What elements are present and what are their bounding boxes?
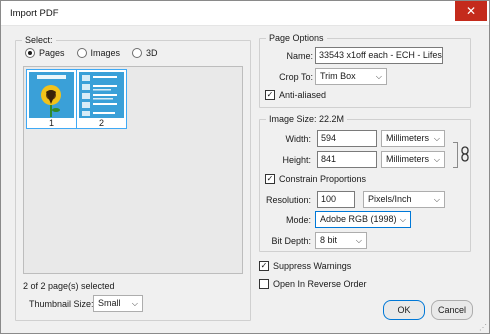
page-options-legend: Page Options [269,33,324,43]
selection-status: 2 of 2 page(s) selected [23,281,115,291]
width-label: Width: [285,134,311,144]
window-title: Import PDF [10,8,59,19]
crop-to-select[interactable]: Trim Box ⌵ [315,68,387,85]
suppress-warnings-label[interactable]: Suppress Warnings [273,261,351,271]
anti-aliased-label[interactable]: Anti-aliased [279,90,326,100]
radio-3d[interactable] [132,48,143,58]
radio-pages-label[interactable]: Pages [39,48,65,58]
resolution-unit-select[interactable]: Pixels/Inch ⌵ [363,191,445,208]
select-legend: Select: [25,35,53,45]
close-icon: ✕ [465,4,477,18]
chevron-down-icon: ⌵ [433,195,440,204]
thumbnail-size-value: Small [98,298,121,308]
radio-pages[interactable] [25,48,35,58]
reverse-order-checkbox[interactable] [259,279,269,289]
resolution-field[interactable]: 100 [317,191,355,208]
thumbnail-number: 1 [27,118,76,128]
width-unit-select[interactable]: Millimeters ⌵ [381,130,445,147]
checkmark-icon: ✓ [266,90,274,99]
mode-value: Adobe RGB (1998) [320,214,397,224]
page-1-preview [29,72,74,118]
suppress-warnings-checkbox[interactable]: ✓ [259,261,269,271]
bit-depth-select[interactable]: 8 bit ⌵ [315,232,367,249]
height-unit-select[interactable]: Millimeters ⌵ [381,151,445,168]
close-button[interactable]: ✕ [455,1,487,21]
chevron-down-icon: ⌵ [131,299,138,308]
chevron-down-icon: ⌵ [433,155,440,164]
bit-depth-value: 8 bit [320,235,338,245]
chevron-down-icon: ⌵ [375,72,382,81]
radio-3d-label[interactable]: 3D [146,48,158,58]
radio-images[interactable] [76,48,87,58]
chevron-down-icon: ⌵ [433,134,440,143]
thumbnail-size-label: Thumbnail Size: [29,299,94,309]
ok-button[interactable]: OK [383,300,425,320]
thumbnail-page-2[interactable]: 2 [76,69,127,129]
crop-to-value: Trim Box [320,71,356,81]
anti-aliased-checkbox[interactable]: ✓ [265,90,275,100]
resolution-label: Resolution: [265,195,311,205]
thumbnail-area[interactable]: 1 2 [23,66,243,274]
link-bracket [453,142,458,168]
width-unit-value: Millimeters [386,133,430,143]
name-field[interactable]: 33543 x1off each - ECH - Lifest [315,47,443,64]
resize-grip-icon[interactable]: ⋰ [479,323,487,332]
height-label: Height: [282,155,311,165]
crop-to-label: Crop To: [279,72,313,82]
cancel-button[interactable]: Cancel [431,300,473,320]
width-field[interactable]: 594 [317,130,377,147]
constrain-proportions-checkbox[interactable]: ✓ [265,174,275,184]
height-field[interactable]: 841 [317,151,377,168]
resolution-unit-value: Pixels/Inch [368,194,412,204]
height-unit-value: Millimeters [386,154,430,164]
thumbnail-page-1[interactable]: 1 [26,69,77,129]
mode-label: Mode: [285,215,311,225]
chevron-down-icon: ⌵ [399,215,406,224]
thumbnail-number: 2 [77,118,126,128]
page-2-preview [79,72,124,118]
reverse-order-label[interactable]: Open In Reverse Order [273,279,367,289]
image-size-legend: Image Size: 22.2M [269,114,345,124]
import-pdf-dialog: Import PDF ✕ Select: Pages Images 3D 1 2… [0,0,490,334]
constrain-proportions-label[interactable]: Constrain Proportions [279,174,366,184]
mode-select[interactable]: Adobe RGB (1998) ⌵ [315,211,411,228]
select-type-radios: Pages Images 3D [25,48,166,58]
bit-depth-label: Bit Depth: [271,236,311,246]
name-label: Name: [286,51,313,61]
checkmark-icon: ✓ [266,174,274,183]
checkmark-icon: ✓ [260,261,268,270]
chevron-down-icon: ⌵ [355,236,362,245]
thumbnail-size-select[interactable]: Small ⌵ [93,295,143,312]
radio-images-label[interactable]: Images [91,48,121,58]
chain-link-icon[interactable] [459,146,471,162]
title-bar[interactable]: Import PDF ✕ [1,1,489,26]
